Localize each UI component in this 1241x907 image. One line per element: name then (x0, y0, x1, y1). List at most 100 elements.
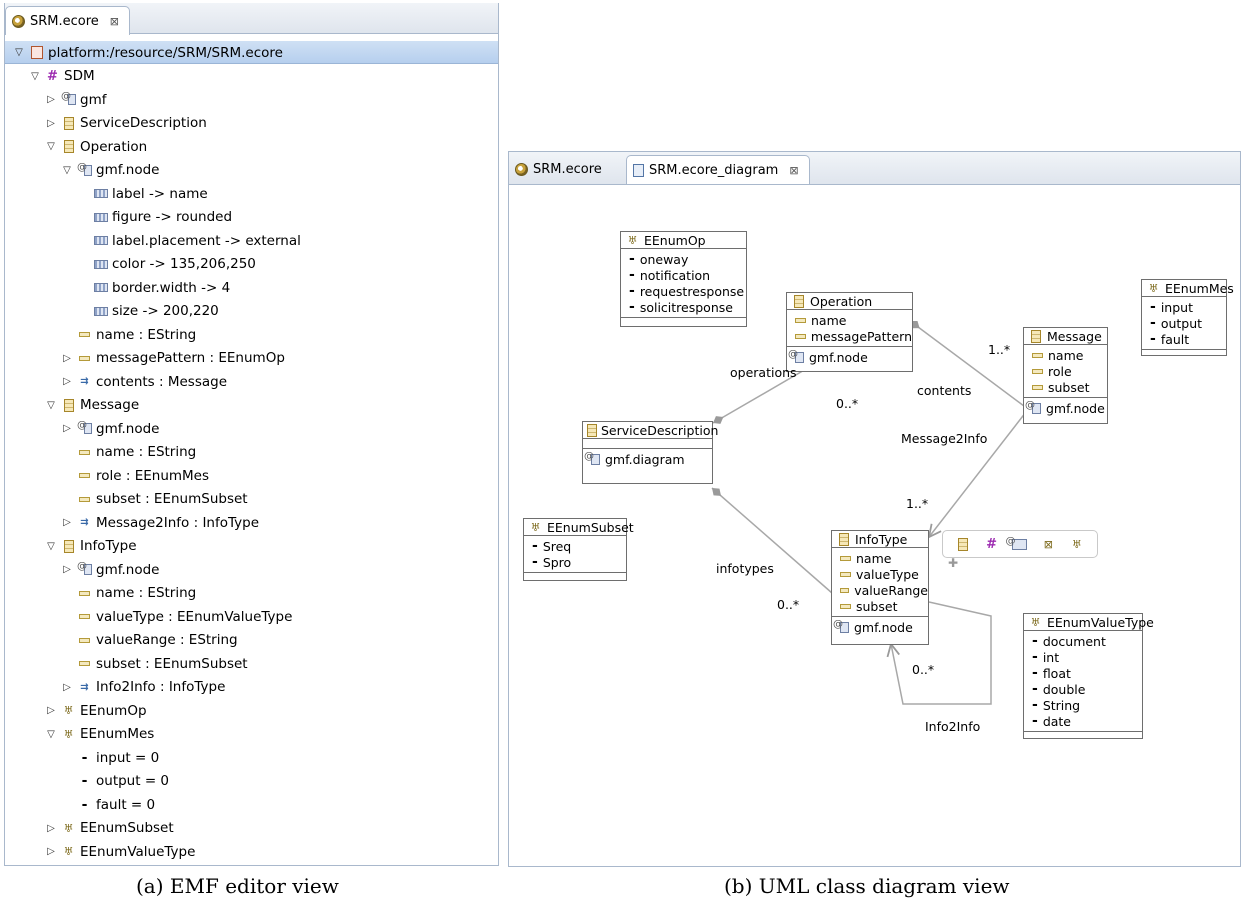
package-tool-icon[interactable]: # (984, 537, 999, 552)
tree-item[interactable]: ▽ ♅ EEnumMes (45, 723, 154, 746)
close-icon[interactable]: ⊠ (110, 15, 119, 28)
tree-item[interactable]: ▷ ⇉ Info2Info : InfoType (61, 676, 225, 699)
enum-literal[interactable]: - fault (1150, 331, 1226, 347)
diagram-canvas[interactable]: ♅ EEnumOp - oneway - notification - requestresp… (509, 185, 1240, 866)
tree-item[interactable]: valueRange : EString (61, 629, 238, 652)
class-box-servicedescription[interactable]: ServiceDescription gmf.diagram (582, 421, 718, 484)
tree-item[interactable]: ▽ InfoType (45, 535, 136, 558)
collapsed-twisty-icon[interactable]: ▷ (61, 423, 73, 434)
expanded-twisty-icon[interactable]: ▽ (45, 541, 57, 552)
tree-item[interactable]: role : EEnumMes (61, 464, 209, 487)
collapsed-twisty-icon[interactable]: ▷ (45, 94, 57, 105)
enum-literal[interactable]: - Spro (532, 554, 626, 570)
annotation-item[interactable]: gmf.node (1025, 400, 1107, 416)
attribute-item[interactable]: valueType (840, 566, 928, 582)
attribute-item[interactable]: name (1032, 347, 1107, 363)
enum-literal[interactable]: - requestresponse (629, 283, 746, 299)
tree-item[interactable]: name : EString (61, 582, 196, 605)
expanded-twisty-icon[interactable]: ▽ (45, 141, 57, 152)
tree-item[interactable]: ▷ ⇉ Message2Info : InfoType (61, 511, 259, 534)
tree-item[interactable]: ▷ messagePattern : EEnumOp (61, 347, 285, 370)
attribute-item[interactable]: name (795, 312, 912, 328)
collapsed-twisty-icon[interactable]: ▷ (61, 682, 73, 693)
tree-item[interactable]: name : EString (61, 441, 196, 464)
enum-literal[interactable]: - document (1032, 633, 1142, 649)
enum-literal[interactable]: - Sreq (532, 538, 626, 554)
tree-item[interactable]: - input = 0 (61, 746, 160, 769)
tree-item[interactable]: border.width -> 4 (77, 276, 230, 299)
enum-literal[interactable]: - float (1032, 665, 1142, 681)
expanded-twisty-icon[interactable]: ▽ (45, 400, 57, 411)
tree-item[interactable]: valueType : EEnumValueType (61, 605, 292, 628)
collapsed-twisty-icon[interactable]: ▷ (45, 705, 57, 716)
close-icon[interactable]: ⊠ (789, 164, 798, 177)
collapsed-twisty-icon[interactable]: ▷ (45, 823, 57, 834)
enum-tool-icon[interactable]: ♅ (1069, 538, 1084, 551)
tree-item[interactable]: - output = 0 (61, 770, 169, 793)
add-icon[interactable]: ✚ (948, 556, 958, 570)
tree-item[interactable]: name : EString (61, 323, 196, 346)
tree-item[interactable]: ▽ # SDM (29, 65, 94, 88)
annotation-item[interactable]: gmf.node (788, 349, 912, 365)
annotation-item[interactable]: gmf.diagram (584, 451, 712, 467)
enum-literal[interactable]: - String (1032, 697, 1142, 713)
collapsed-twisty-icon[interactable]: ▷ (45, 846, 57, 857)
collapsed-twisty-icon[interactable]: ▷ (45, 118, 57, 129)
class-box-message[interactable]: Messagenamerolesubsetgmf.node (1023, 327, 1108, 424)
tree-item[interactable]: ▷ ♅ EEnumSubset (45, 817, 174, 840)
class-box-operation[interactable]: OperationnamemessagePatterngmf.node (786, 292, 913, 372)
tree-item[interactable]: figure -> rounded (77, 206, 232, 229)
collapsed-twisty-icon[interactable]: ▷ (61, 564, 73, 575)
expanded-twisty-icon[interactable]: ▽ (29, 71, 41, 82)
attribute-item[interactable]: valueRange (840, 582, 928, 598)
collapsed-twisty-icon[interactable]: ▷ (61, 353, 73, 364)
collapsed-twisty-icon[interactable]: ▷ (61, 517, 73, 528)
enum-box-eenumop[interactable]: ♅ EEnumOp - oneway - notification - requestresp… (620, 231, 747, 327)
tree-item[interactable]: ▽ platform:/resource/SRM/SRM.ecore (13, 41, 283, 64)
datatype-tool-icon[interactable]: ⊠ (1041, 538, 1056, 551)
enum-box-eenummes[interactable]: ♅ EEnumMes - input - output - fault (1141, 279, 1234, 356)
tree-item[interactable]: label.placement -> external (77, 229, 301, 252)
enum-literal[interactable]: - solicitresponse (629, 299, 746, 315)
tree-item[interactable]: ▽ Operation (45, 135, 147, 158)
tree-item[interactable]: ▽ Message (45, 394, 139, 417)
attribute-item[interactable]: subset (840, 598, 928, 614)
tree-item[interactable]: ▷ gmf.node (61, 417, 159, 440)
tree-item[interactable]: ▷ gmf (45, 88, 106, 111)
tab-srm-ecore[interactable]: SRM.ecore (509, 155, 612, 184)
enum-literal[interactable]: - int (1032, 649, 1142, 665)
tree-item[interactable]: ▷ ♅ EEnumValueType (45, 840, 195, 863)
tree-item[interactable]: ▷ gmf.node (61, 558, 159, 581)
class-box-infotype[interactable]: InfoTypenamevalueTypevalueRangesubsetgmf… (831, 530, 929, 645)
tree-item[interactable]: ▽ gmf.node (61, 159, 159, 182)
expanded-twisty-icon[interactable]: ▽ (13, 47, 25, 58)
tree-item[interactable]: subset : EEnumSubset (61, 488, 248, 511)
tree-item[interactable]: ▷ ServiceDescription (45, 112, 207, 135)
enum-literal[interactable]: - input (1150, 299, 1226, 315)
enum-literal[interactable]: - output (1150, 315, 1226, 331)
attribute-item[interactable]: name (840, 550, 928, 566)
tree-item[interactable]: label -> name (77, 182, 208, 205)
enum-box-eenumvaluetype[interactable]: ♅ EEnumValueType - document - int - float - doubl… (1023, 613, 1154, 739)
expanded-twisty-icon[interactable]: ▽ (45, 729, 57, 740)
enum-literal[interactable]: - double (1032, 681, 1142, 697)
tree-item[interactable]: size -> 200,220 (77, 300, 219, 323)
annotation-tool-icon[interactable] (1005, 536, 1028, 550)
annotation-item[interactable]: gmf.node (833, 619, 928, 635)
tree-item[interactable]: color -> 135,206,250 (77, 253, 256, 276)
enum-box-eenumsubset[interactable]: ♅ EEnumSubset - Sreq - Spro (523, 518, 634, 581)
tab-srm-ecore[interactable]: SRM.ecore ⊠ (5, 6, 131, 35)
expanded-twisty-icon[interactable]: ▽ (61, 165, 73, 176)
tree-item[interactable]: ▷ ⇉ contents : Message (61, 370, 227, 393)
enum-literal[interactable]: - notification (629, 267, 746, 283)
enum-literal[interactable]: - oneway (629, 251, 746, 267)
class-tool-icon[interactable] (958, 537, 969, 551)
popup-palette[interactable]: # ⊠ ♅ (942, 530, 1098, 558)
tree-item[interactable]: - fault = 0 (61, 793, 156, 816)
attribute-item[interactable]: subset (1032, 379, 1107, 395)
attribute-item[interactable]: messagePattern (795, 328, 912, 344)
enum-literal[interactable]: - date (1032, 713, 1142, 729)
tree-item[interactable]: subset : EEnumSubset (61, 652, 248, 675)
collapsed-twisty-icon[interactable]: ▷ (61, 376, 73, 387)
tab-srm-ecore-diagram[interactable]: SRM.ecore_diagram ⊠ (626, 155, 810, 184)
